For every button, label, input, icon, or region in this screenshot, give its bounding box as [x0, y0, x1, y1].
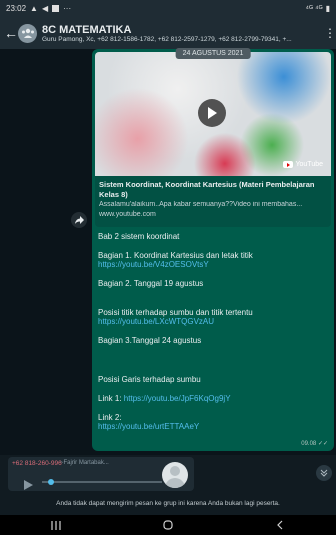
message-line: Bagian 2. Tanggal 19 agustus: [98, 279, 204, 288]
audio-sender-number[interactable]: +62 818-260-996: [12, 460, 62, 467]
message-link[interactable]: https://youtu.be/LXcWTQGVzAU: [98, 317, 328, 326]
link-preview[interactable]: YouTube Sistem Koordinat, Koordinat Kart…: [95, 52, 331, 227]
youtube-brand-text: YouTube: [295, 161, 323, 168]
audio-sender-avatar[interactable]: [162, 462, 188, 488]
forward-icon[interactable]: [71, 212, 87, 228]
message-link[interactable]: https://youtu.be/JpF6KqOg9jY: [124, 394, 231, 403]
chat-area[interactable]: YouTube Sistem Koordinat, Koordinat Kart…: [0, 48, 336, 455]
preview-title: Sistem Koordinat, Koordinat Kartesius (M…: [99, 180, 315, 199]
read-receipt-icon: ✓✓: [317, 441, 328, 447]
audio-sender-name: ~Fajrir Martabak...: [60, 460, 109, 466]
android-nav-bar: [0, 515, 336, 535]
message-time-text: 09.08: [301, 441, 317, 447]
message-line: Bab 2 sistem koordinat: [98, 232, 180, 241]
status-time: 23:02: [6, 4, 27, 13]
home-icon[interactable]: [148, 515, 188, 535]
group-avatar[interactable]: [18, 23, 37, 43]
overflow-menu-icon[interactable]: ⋮: [324, 26, 336, 40]
chat-header: ← 8C MATEMATIKA Guru Pamong, Xc, +62 812…: [0, 17, 336, 49]
preview-description: Assalamu'alaikum..Apa kabar semuanya??Vi…: [99, 201, 303, 208]
audio-progress-track[interactable]: [42, 481, 162, 483]
group-title: 8C MATEMATIKA: [42, 23, 132, 36]
scroll-down-icon[interactable]: [316, 465, 332, 481]
more-notifications-icon: ···: [63, 4, 72, 13]
group-participants: Guru Pamong, Xc, +62 812-1586-1782, +62 …: [42, 35, 292, 43]
battery-icon: ▮: [325, 4, 330, 13]
message-bubble[interactable]: YouTube Sistem Koordinat, Koordinat Kart…: [92, 48, 334, 451]
message-time: 09.08 ✓✓: [301, 440, 328, 447]
audio-message-row: +62 818-260-996 ~Fajrir Martabak...: [0, 455, 336, 492]
video-thumbnail[interactable]: YouTube: [95, 52, 331, 176]
message-link[interactable]: https://youtu.be/urtETTAAeY: [98, 422, 328, 431]
message-link[interactable]: https://youtu.be/V4zOESOVtsY: [98, 260, 328, 269]
group-info[interactable]: 8C MATEMATIKA Guru Pamong, Xc, +62 812-1…: [42, 24, 324, 43]
send-icon: ◀: [41, 4, 49, 13]
message-line: Bagian 1. Koordinat Kartesius dan letak …: [98, 251, 253, 260]
notification-icon: ▲: [30, 4, 38, 13]
message-text: Bab 2 sistem koordinat Bagian 1. Koordin…: [98, 232, 328, 431]
message-line: Bagian 3.Tanggal 24 agustus: [98, 336, 202, 345]
app-notification-icon: [52, 5, 60, 12]
signal-text: ⁴ᴳ ⁴ᴳ: [305, 4, 323, 13]
group-people-icon: [21, 28, 34, 38]
date-separator: 24 AGUSTUS 2021: [175, 48, 251, 59]
recent-apps-icon[interactable]: [36, 515, 76, 535]
status-bar: 23:02 ▲ ◀ ··· ⁴ᴳ ⁴ᴳ ▮: [0, 0, 336, 17]
link-label: Link 1:: [98, 394, 124, 403]
message-link-row: Link 1: https://youtu.be/JpF6KqOg9jY: [98, 394, 328, 403]
back-icon[interactable]: [260, 515, 300, 535]
link-label: Link 2:: [98, 413, 122, 422]
youtube-play-icon: [283, 161, 294, 168]
read-only-notice: Anda tidak dapat mengirim pesan ke grup …: [0, 492, 336, 515]
message-line: Posisi titik terhadap sumbu dan titik te…: [98, 308, 253, 317]
play-icon[interactable]: [198, 99, 226, 127]
audio-progress-handle[interactable]: [48, 479, 54, 485]
preview-domain: www.youtube.com: [99, 211, 156, 218]
youtube-logo: YouTube: [283, 161, 323, 168]
back-arrow-icon[interactable]: ←: [4, 25, 18, 41]
audio-message-bubble[interactable]: +62 818-260-996 ~Fajrir Martabak...: [8, 457, 194, 491]
message-line: Posisi Garis terhadap sumbu: [98, 375, 201, 384]
